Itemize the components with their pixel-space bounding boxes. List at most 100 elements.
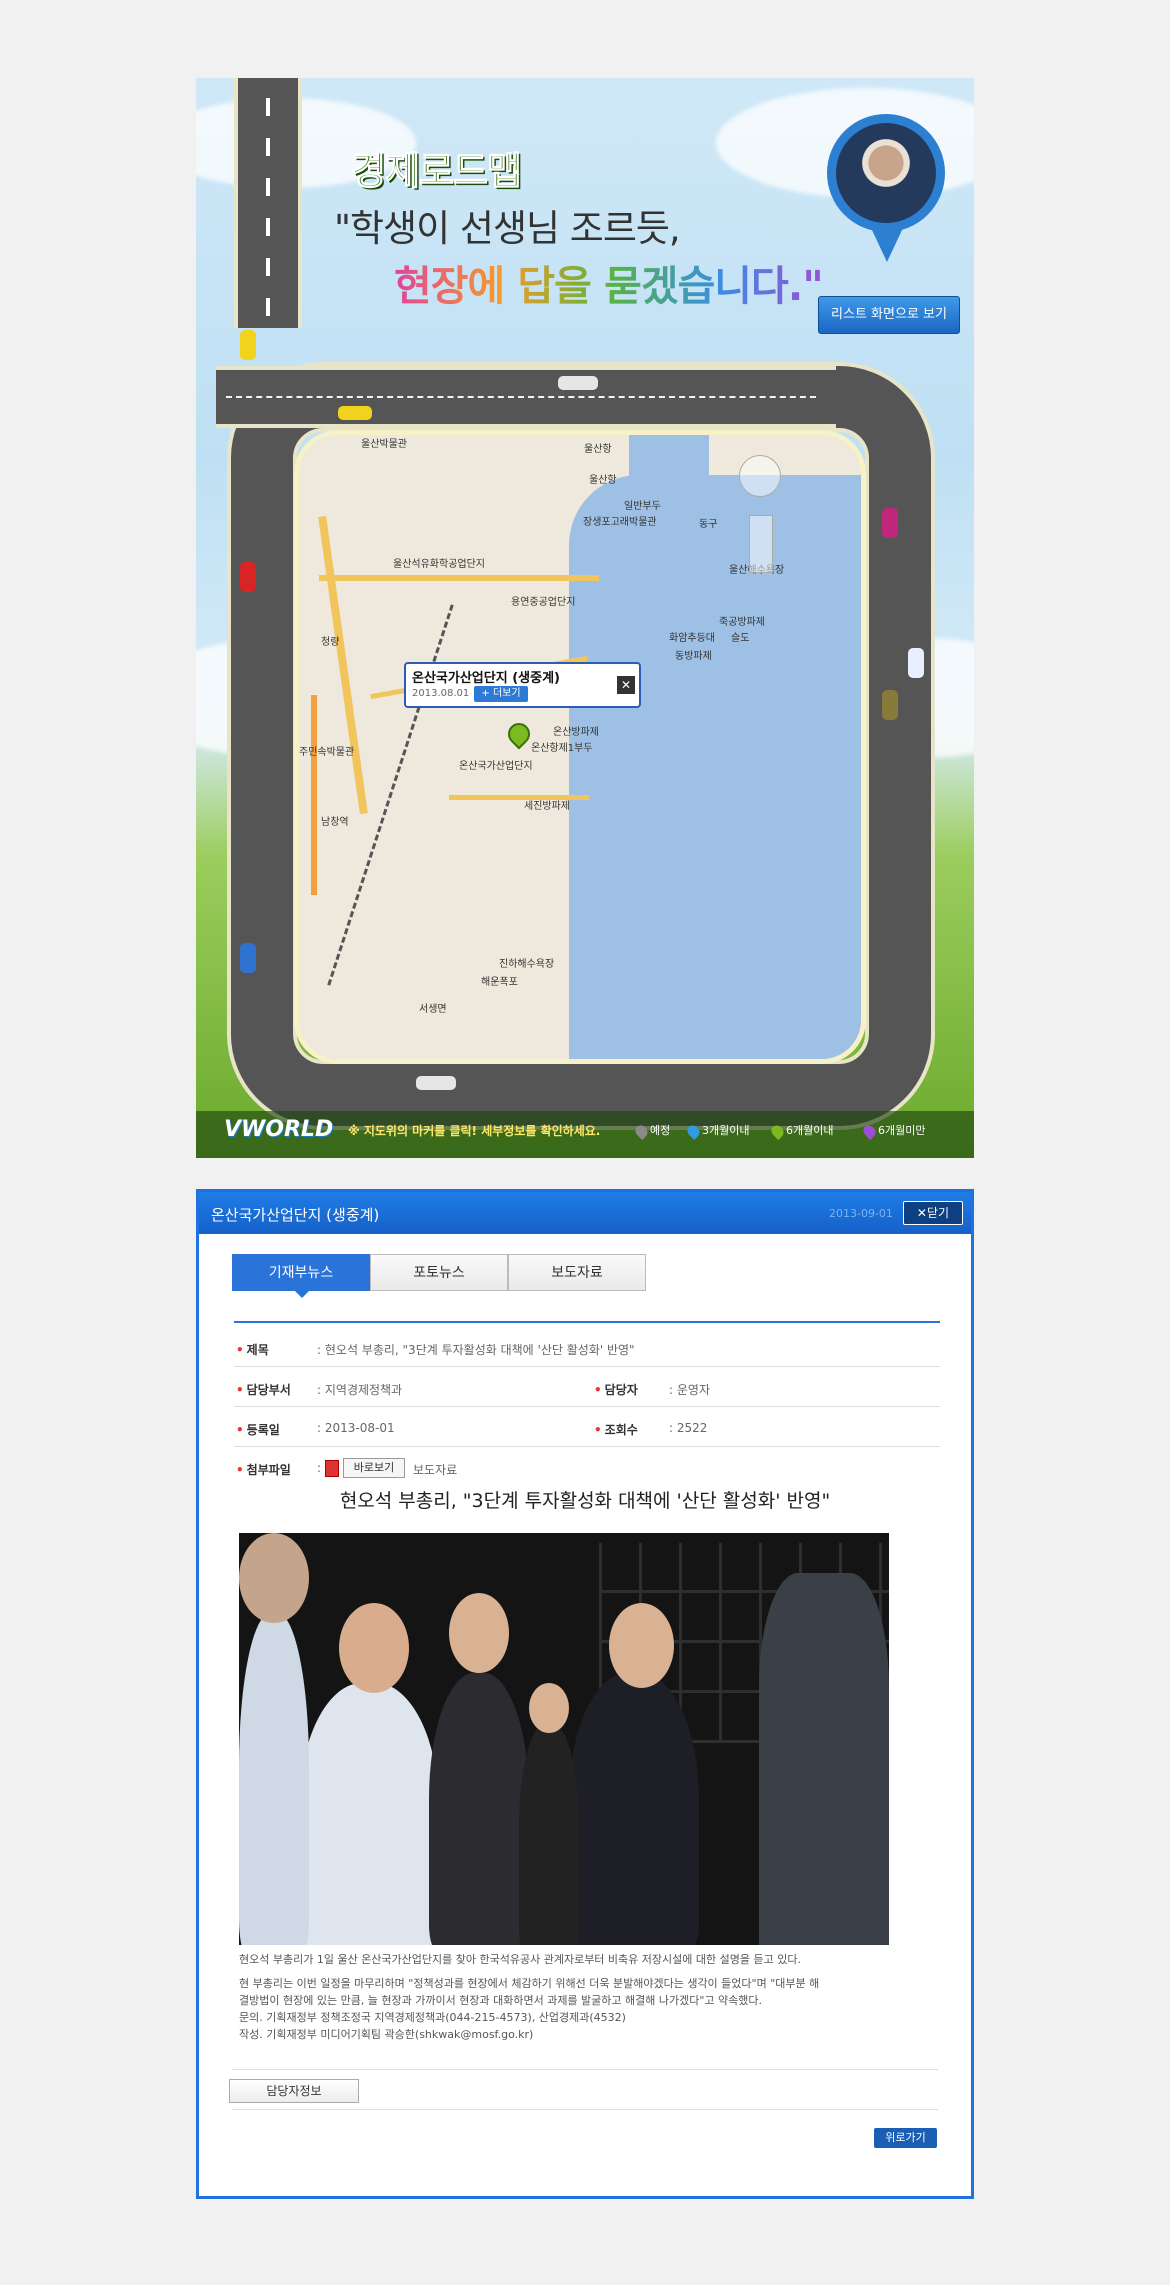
- pin-icon: [685, 1122, 702, 1140]
- article-title: 현오석 부총리, "3단계 투자활성화 대책에 '산단 활성화' 반영": [339, 1490, 831, 1512]
- sea-area: [629, 435, 709, 555]
- map-road: [311, 695, 317, 895]
- panel-header: 온산국가산업단지 (생중계) 2013-09-01 ✕닫기: [199, 1192, 971, 1234]
- article-body-line: 결방법이 현장에 있는 만큼, 늘 현장과 가까이서 현장과 대화하면서 과제를…: [239, 1994, 763, 2007]
- divider: [234, 1406, 940, 1407]
- panel-date: 2013-09-01: [829, 1207, 893, 1220]
- views-value: : 2522: [669, 1421, 708, 1435]
- map-zoom-control[interactable]: [749, 515, 773, 573]
- tab-ministry-news[interactable]: 기재부뉴스: [232, 1254, 370, 1298]
- map-label: 해운폭포: [481, 977, 518, 988]
- map-label: 서생면: [419, 1004, 447, 1015]
- reg-date-label: 등록일: [236, 1421, 280, 1438]
- map-label: 진하해수욕장: [499, 959, 555, 970]
- pin-icon: [769, 1122, 786, 1140]
- map-label: 울산항: [584, 444, 612, 455]
- road-top: [216, 366, 836, 428]
- car-icon: [882, 508, 898, 538]
- reg-date-value: : 2013-08-01: [317, 1421, 395, 1435]
- map-popup: 온산국가산업단지 (생중계) 2013.08.01 + 더보기 ✕: [404, 662, 641, 708]
- footer-notice: ※ 지도위의 마커를 클릭! 세부정보를 확인하세요.: [348, 1124, 601, 1138]
- back-to-top-button[interactable]: 위로가기: [874, 2128, 937, 2148]
- map-label: 남창역: [321, 817, 349, 828]
- detail-panel: 온산국가산업단지 (생중계) 2013-09-01 ✕닫기 기재부뉴스 포토뉴스…: [196, 1189, 974, 2199]
- article-body-line: 문의. 기획재정부 정책조정국 지역경제정책과(044-215-4573), 산…: [239, 2011, 626, 2024]
- map-label: 일반부두: [624, 501, 661, 512]
- map-label: 울산항: [589, 475, 617, 486]
- photo-caption: 현오석 부총리가 1일 울산 온산국가산업단지를 찾아 한국석유공사 관계자로부…: [239, 1953, 801, 1966]
- attachment-label: 첨부파일: [236, 1461, 291, 1478]
- map-label: 세진방파제: [524, 801, 570, 812]
- tab-photo-news[interactable]: 포토뉴스: [370, 1254, 508, 1291]
- popup-date: 2013.08.01: [412, 688, 470, 699]
- car-icon: [908, 648, 924, 678]
- divider: [234, 1321, 940, 1323]
- roadmap-logo: 경제로드맵: [351, 149, 523, 194]
- map-label: 주민속박물관: [299, 747, 355, 758]
- map-label: 온산항제1부두: [531, 743, 593, 754]
- divider: [232, 2109, 938, 2110]
- legend-item: 3개월이내: [685, 1122, 749, 1140]
- map-label: 죽공방파제: [719, 617, 765, 628]
- vworld-logo: VWORLD: [224, 1117, 334, 1142]
- map-label: 울산박물관: [361, 439, 407, 450]
- panel-title: 온산국가산업단지 (생중계): [211, 1206, 380, 1224]
- map-label: 장생포고래박물관: [583, 517, 657, 528]
- map-label: 화암추등대: [669, 633, 715, 644]
- road-vertical: [234, 78, 302, 328]
- marker-tip-icon: [871, 228, 903, 262]
- map-label: 온산국가산업단지: [459, 761, 533, 772]
- legend-item: 6개월이내: [769, 1122, 833, 1140]
- car-icon: [558, 376, 598, 390]
- map-road: [319, 575, 599, 581]
- headline-line1: "학생이 선생님 조르듯,: [334, 207, 681, 250]
- pin-icon: [861, 1122, 878, 1140]
- map-label: 청량: [321, 637, 340, 648]
- subject-label: 제목: [236, 1341, 269, 1358]
- list-view-button[interactable]: 리스트 화면으로 보기: [818, 296, 960, 334]
- dept-label: 담당부서: [236, 1381, 291, 1398]
- legend-item: 예정: [633, 1122, 670, 1140]
- map-label: 동구: [699, 519, 718, 530]
- map-label: 동방파제: [675, 651, 712, 662]
- pdf-file-icon: [325, 1460, 339, 1477]
- map[interactable]: 울산박물관 울산항 울산항 일반부두 장생포고래박물관 울산석유화학공업단지 용…: [294, 430, 866, 1064]
- pin-icon: [633, 1122, 650, 1140]
- roadmap-banner: 울산박물관 울산항 울산항 일반부두 장생포고래박물관 울산석유화학공업단지 용…: [196, 78, 974, 1158]
- map-label: 울산석유화학공업단지: [393, 559, 485, 570]
- car-icon: [240, 943, 256, 973]
- car-icon: [338, 406, 372, 420]
- article-photo: [239, 1533, 889, 1945]
- contact-info-button[interactable]: 담당자정보: [229, 2079, 359, 2103]
- map-pan-control[interactable]: [739, 455, 781, 497]
- divider: [232, 2069, 938, 2070]
- popup-title: 온산국가산업단지 (생중계): [412, 671, 560, 686]
- map-label: 온산방파제: [553, 727, 599, 738]
- close-icon[interactable]: ✕: [617, 676, 635, 694]
- manager-label: 담당자: [594, 1381, 638, 1398]
- tab-press-release[interactable]: 보도자료: [508, 1254, 646, 1291]
- sea-area: [569, 475, 861, 1059]
- attachment-name[interactable]: 보도자료: [413, 1461, 457, 1478]
- close-button[interactable]: ✕닫기: [903, 1201, 963, 1225]
- legend-item: 6개월미만: [861, 1122, 925, 1140]
- car-icon: [882, 690, 898, 720]
- article-body-line: 현 부총리는 이번 일정을 마무리하며 "정책성과를 현장에서 체감하기 위해선…: [239, 1977, 820, 1990]
- views-label: 조회수: [594, 1421, 638, 1438]
- car-icon: [416, 1076, 456, 1090]
- car-icon: [240, 330, 256, 360]
- article-body-line: 작성. 기획재정부 미디어기획팀 곽승한(shkwak@mosf.go.kr): [239, 2028, 534, 2041]
- profile-marker-avatar: [827, 114, 945, 232]
- headline-line2: 현장에 답을 묻겠습니다.": [394, 252, 824, 312]
- subject-value: : 현오석 부총리, "3단계 투자활성화 대책에 '산단 활성화' 반영": [317, 1343, 635, 1357]
- dept-value: : 지역경제정책과: [317, 1383, 403, 1397]
- divider: [234, 1366, 940, 1367]
- attachment-view-button[interactable]: 바로보기: [343, 1458, 405, 1478]
- map-label: 용연중공업단지: [511, 597, 576, 608]
- map-label: 슬도: [731, 633, 750, 644]
- car-icon: [240, 562, 256, 592]
- manager-value: : 운영자: [669, 1383, 710, 1397]
- divider: [234, 1446, 940, 1447]
- map-road: [318, 515, 368, 815]
- more-button[interactable]: + 더보기: [474, 686, 528, 702]
